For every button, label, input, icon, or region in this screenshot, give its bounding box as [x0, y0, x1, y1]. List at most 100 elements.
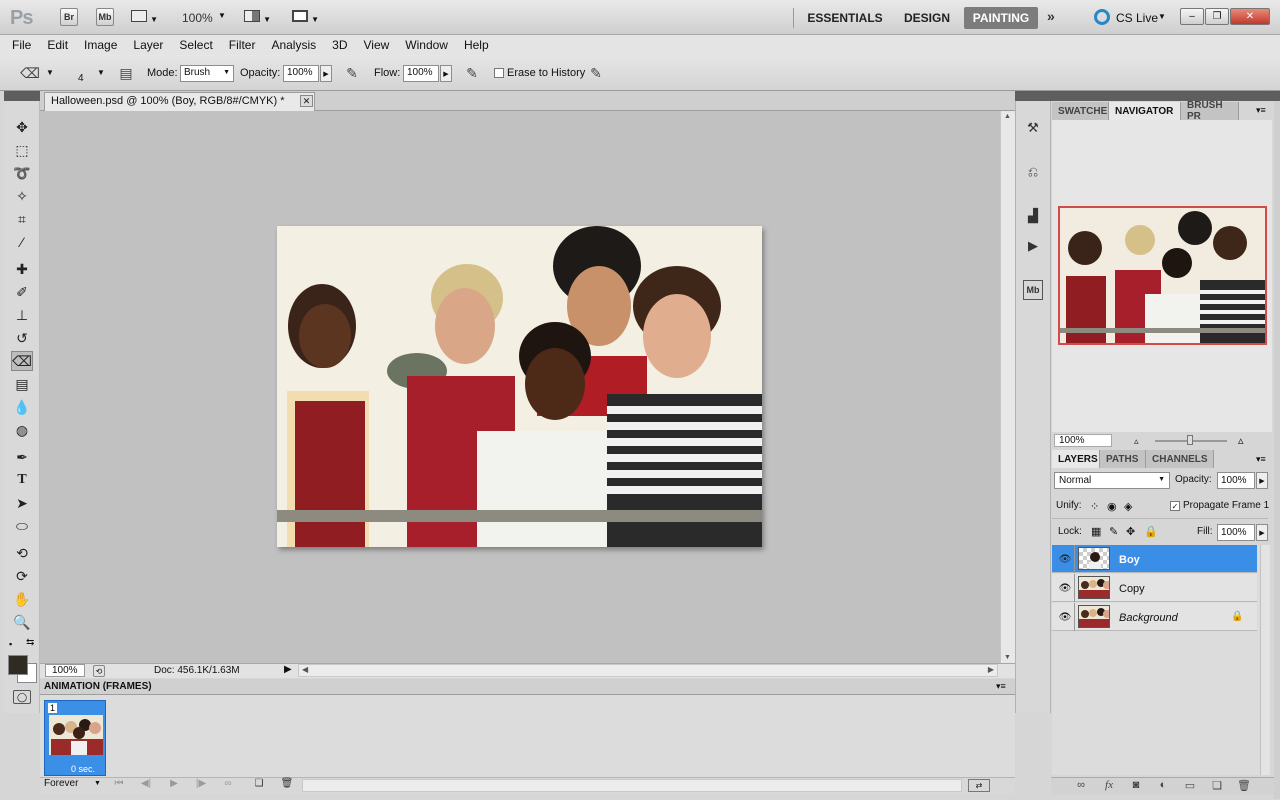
bridge-button[interactable]: Br: [60, 8, 78, 26]
pen-tool-icon[interactable]: ✒: [11, 447, 33, 467]
zoom-in-icon[interactable]: ▵: [1238, 434, 1244, 447]
eraser-tool-icon[interactable]: ⌫: [11, 351, 33, 371]
close-button[interactable]: ✕: [1230, 8, 1270, 25]
workspace-painting[interactable]: PAINTING: [964, 7, 1038, 29]
workspace-design[interactable]: DESIGN: [898, 7, 956, 29]
layer-opacity-slider-button[interactable]: ▶: [1256, 472, 1268, 489]
history-icon[interactable]: ⎌: [1023, 162, 1043, 182]
tab-paths[interactable]: PATHS: [1100, 450, 1146, 468]
fill-slider-button[interactable]: ▶: [1256, 524, 1268, 541]
play-icon[interactable]: ▶: [165, 778, 183, 789]
layer-style-icon[interactable]: fx: [1099, 779, 1119, 791]
duplicate-frame-icon[interactable]: ❏: [250, 778, 268, 789]
menu-3d[interactable]: 3D: [324, 38, 355, 52]
layers-scrollbar[interactable]: [1260, 545, 1270, 775]
pressure-size-icon[interactable]: ✎: [586, 63, 606, 83]
gradient-tool-icon[interactable]: ▤: [11, 374, 33, 394]
menu-select[interactable]: Select: [171, 38, 220, 52]
export-icon[interactable]: ⟲: [93, 665, 105, 677]
quick-mask-icon[interactable]: ◯: [13, 690, 31, 704]
status-menu-arrow-icon[interactable]: ▶: [284, 664, 292, 675]
adjustment-layer-icon[interactable]: ◐: [1153, 779, 1173, 791]
tab-channels[interactable]: CHANNELS: [1146, 450, 1214, 468]
horizontal-scrollbar[interactable]: ◀ ▶: [298, 664, 998, 677]
layer-name[interactable]: Background: [1119, 612, 1178, 624]
mini-bridge-button[interactable]: Mb: [96, 8, 114, 26]
fill-input[interactable]: 100%: [1217, 524, 1255, 541]
next-frame-icon[interactable]: |▶: [192, 778, 210, 789]
eraser-preset-icon[interactable]: ⌫: [20, 63, 40, 83]
layer-opacity-input[interactable]: 100%: [1217, 472, 1255, 489]
3d-rotate-tool-icon[interactable]: ⟲: [11, 543, 33, 563]
history-brush-tool-icon[interactable]: ↺: [11, 328, 33, 348]
eye-icon[interactable]: 👁: [1058, 611, 1072, 623]
status-zoom-input[interactable]: 100%: [45, 664, 85, 677]
blur-tool-icon[interactable]: 💧: [11, 397, 33, 417]
new-group-icon[interactable]: ▭: [1180, 779, 1200, 792]
menu-layer[interactable]: Layer: [125, 38, 171, 52]
view-extras-button[interactable]: ▼: [131, 10, 161, 24]
zoom-out-icon[interactable]: ▵: [1134, 436, 1139, 447]
animation-frame[interactable]: 1 0 sec.: [44, 700, 106, 776]
workspace-essentials[interactable]: ESSENTIALS: [802, 7, 888, 29]
scroll-right-icon[interactable]: ▶: [988, 665, 994, 674]
unify-position-icon[interactable]: ⁘: [1090, 500, 1099, 513]
delete-frame-icon[interactable]: 🗑: [278, 778, 296, 789]
restore-button[interactable]: ❐: [1205, 8, 1229, 25]
document-tab[interactable]: Halloween.psd @ 100% (Boy, RGB/8#/CMYK) …: [44, 92, 315, 111]
blend-mode-select[interactable]: Normal ▼: [1054, 472, 1170, 489]
scroll-left-icon[interactable]: ◀: [302, 665, 308, 674]
loop-select[interactable]: Forever ▼: [44, 778, 102, 792]
opacity-slider-button[interactable]: ▶: [320, 65, 332, 82]
scroll-down-icon[interactable]: ▼: [1004, 654, 1011, 661]
mode-select[interactable]: Brush ▼: [180, 65, 234, 82]
lasso-tool-icon[interactable]: ➰: [11, 163, 33, 183]
more-workspaces-icon[interactable]: »: [1047, 8, 1055, 24]
path-selection-tool-icon[interactable]: ➤: [11, 493, 33, 513]
flow-slider-button[interactable]: ▶: [440, 65, 452, 82]
unify-style-icon[interactable]: ◈: [1124, 500, 1132, 513]
cs-live-button[interactable]: CS Live: [1116, 11, 1158, 25]
animation-panel-title[interactable]: ANIMATION (FRAMES): [44, 681, 152, 692]
panel-menu-icon[interactable]: ▾≡: [1256, 454, 1266, 465]
airbrush-icon[interactable]: ✎: [462, 63, 482, 83]
crop-tool-icon[interactable]: ⌗: [11, 209, 33, 229]
scroll-up-icon[interactable]: ▲: [1004, 113, 1011, 120]
pressure-opacity-icon[interactable]: ✎: [342, 63, 362, 83]
lock-position-icon[interactable]: ✥: [1126, 525, 1135, 538]
lock-pixels-icon[interactable]: ✎: [1109, 525, 1118, 538]
brush-tool-icon[interactable]: ✐: [11, 282, 33, 302]
zoom-slider-thumb[interactable]: [1187, 435, 1193, 445]
frame-delay[interactable]: 0 sec.: [71, 764, 95, 774]
propagate-frame-checkbox[interactable]: ✓: [1170, 501, 1180, 511]
navigator-preview[interactable]: [1058, 206, 1267, 345]
minimize-button[interactable]: –: [1180, 8, 1204, 25]
3d-orbit-tool-icon[interactable]: ⟳: [11, 566, 33, 586]
type-tool-icon[interactable]: T: [11, 470, 33, 490]
tool-presets-icon[interactable]: ⚒: [1023, 118, 1043, 138]
navigator-zoom-input[interactable]: 100%: [1054, 434, 1112, 447]
frames-scrollbar[interactable]: [302, 779, 962, 792]
tab-swatches[interactable]: SWATCHE: [1052, 102, 1109, 120]
brush-picker-chevron-icon[interactable]: ▼: [97, 68, 105, 77]
menu-filter[interactable]: Filter: [221, 38, 264, 52]
foreground-color-swatch[interactable]: [8, 655, 28, 675]
tab-brush-presets[interactable]: BRUSH PR: [1181, 100, 1239, 122]
clone-stamp-tool-icon[interactable]: ⊥: [11, 305, 33, 325]
healing-brush-tool-icon[interactable]: ✚: [11, 259, 33, 279]
panel-menu-icon[interactable]: ▾≡: [1256, 105, 1266, 116]
close-document-icon[interactable]: ✕: [300, 95, 313, 107]
convert-to-timeline-icon[interactable]: ⇄: [968, 779, 990, 792]
zoom-level-select[interactable]: 100%: [182, 11, 213, 25]
panel-menu-icon[interactable]: ▾≡: [996, 681, 1006, 692]
marquee-tool-icon[interactable]: ⬚: [11, 140, 33, 160]
menu-image[interactable]: Image: [76, 38, 125, 52]
screen-mode-button[interactable]: ▼: [292, 10, 324, 24]
zoom-tool-icon[interactable]: 🔍: [11, 612, 33, 632]
mini-bridge-icon[interactable]: Mb: [1023, 280, 1043, 300]
erase-to-history-checkbox[interactable]: [494, 68, 504, 78]
dodge-tool-icon[interactable]: ◍: [11, 420, 33, 440]
brush-size-value[interactable]: 4: [78, 73, 84, 84]
flow-input[interactable]: 100%: [403, 65, 439, 82]
swap-colors-icon[interactable]: ⇆: [26, 637, 34, 648]
